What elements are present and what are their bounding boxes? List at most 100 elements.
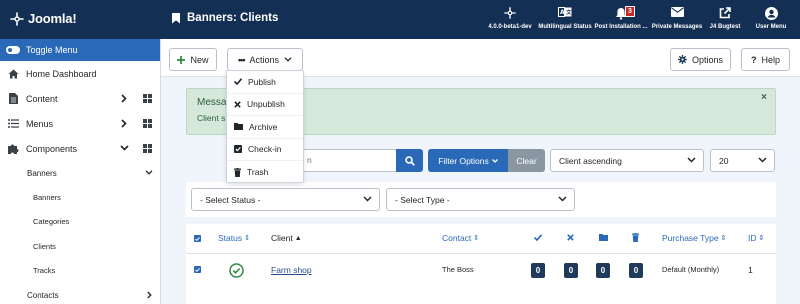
sidebar-subitem-contacts[interactable]: Contacts bbox=[0, 283, 160, 304]
chevron-right-icon[interactable] bbox=[147, 291, 152, 299]
clear-button[interactable]: Clear bbox=[508, 149, 545, 172]
help-button[interactable]: ? Help bbox=[741, 48, 790, 71]
sidebar-item-menus[interactable]: Menus bbox=[0, 111, 160, 136]
language-icon: A文 bbox=[533, 7, 597, 21]
close-icon[interactable]: × bbox=[761, 92, 767, 103]
options-button[interactable]: Options bbox=[670, 48, 731, 71]
sidebar-item-label: Components bbox=[26, 143, 78, 154]
menu-item-label: Unpublish bbox=[247, 99, 285, 110]
check-icon bbox=[234, 78, 242, 86]
version-label: 4.0.0-beta1-dev bbox=[488, 24, 532, 30]
check-icon bbox=[195, 236, 200, 241]
status-column-header[interactable]: Status ⇕ bbox=[218, 233, 250, 243]
joomla-logo[interactable]: Joomla! bbox=[10, 11, 77, 26]
sidebar-subsub-tracks[interactable]: Tracks bbox=[0, 259, 160, 284]
chevron-down-icon[interactable] bbox=[120, 145, 129, 151]
id-cell: 1 bbox=[748, 265, 753, 275]
sidebar-subitem-label: Banners bbox=[27, 168, 57, 178]
sidebar-subitem-banners[interactable]: Banners bbox=[0, 161, 160, 185]
user-menu-item[interactable]: User Menu bbox=[739, 7, 800, 30]
list-icon bbox=[7, 119, 19, 128]
post-installation-item[interactable]: 3 Post Installation ... bbox=[589, 6, 653, 30]
caret-down-icon bbox=[491, 158, 498, 163]
archived-count-badge[interactable]: 0 bbox=[596, 263, 610, 278]
dashboard-grid-icon[interactable] bbox=[143, 94, 152, 103]
chevron-down-icon[interactable] bbox=[145, 170, 153, 175]
svg-text:文: 文 bbox=[566, 9, 572, 16]
actions-button-label: Actions bbox=[249, 54, 279, 65]
dashboard-grid-icon[interactable] bbox=[143, 119, 152, 128]
id-column-header[interactable]: ID ⇕ bbox=[748, 233, 764, 243]
multilingual-status-item[interactable]: A文 Multilingual Status bbox=[533, 7, 597, 30]
sidebar-item-components[interactable]: Components bbox=[0, 136, 160, 161]
client-name-link[interactable]: Farm shop bbox=[271, 265, 312, 275]
search-button[interactable] bbox=[396, 149, 423, 172]
status-filter-select[interactable]: - Select Status - bbox=[191, 188, 380, 211]
multilingual-status-label: Multilingual Status bbox=[538, 24, 592, 30]
home-icon bbox=[7, 69, 19, 79]
filter-options-button[interactable]: Filter Options bbox=[428, 149, 508, 172]
row-checkbox[interactable] bbox=[194, 266, 201, 273]
top-header: Joomla! Banners: Clients 4.0.0-beta1-dev… bbox=[0, 0, 800, 39]
search-input[interactable]: n bbox=[300, 149, 396, 172]
unpublished-column-times-icon[interactable] bbox=[567, 234, 574, 241]
unpublished-count-badge[interactable]: 0 bbox=[564, 263, 578, 278]
client-column-header[interactable]: Client ▲ bbox=[271, 233, 302, 243]
notification-badge: 3 bbox=[625, 6, 635, 17]
actions-button[interactable]: ••• Actions bbox=[227, 48, 303, 71]
chevron-right-icon[interactable] bbox=[121, 119, 127, 128]
toggle-menu-button[interactable]: Toggle Menu bbox=[0, 39, 160, 61]
sidebar-item-home-dashboard[interactable]: Home Dashboard bbox=[0, 61, 160, 86]
limit-select[interactable]: 20 bbox=[710, 149, 775, 172]
sidebar-subsub-label: Tracks bbox=[33, 266, 56, 276]
chevron-down-icon bbox=[363, 196, 372, 202]
alert-message: Client s bbox=[197, 113, 226, 123]
menu-item-publish[interactable]: Publish bbox=[227, 71, 303, 94]
contact-cell: The Boss bbox=[442, 265, 474, 274]
sort-up-icon: ▲ bbox=[294, 234, 302, 242]
status-filter-value: - Select Status - bbox=[200, 194, 261, 205]
limit-select-value: 20 bbox=[719, 155, 729, 166]
user-menu-label: User Menu bbox=[755, 24, 787, 30]
dashboard-grid-icon[interactable] bbox=[143, 144, 152, 153]
chevron-down-icon bbox=[758, 157, 767, 163]
published-column-check-icon[interactable] bbox=[534, 234, 542, 241]
options-button-label: Options bbox=[691, 54, 724, 65]
post-installation-label: Post Installation ... bbox=[594, 24, 648, 30]
sidebar-subsub-clients[interactable]: Clients bbox=[0, 234, 160, 259]
published-count-badge[interactable]: 0 bbox=[531, 263, 545, 278]
chevron-right-icon[interactable] bbox=[121, 94, 127, 103]
trashed-count-badge[interactable]: 0 bbox=[629, 263, 643, 278]
menu-item-label: Check-in bbox=[248, 144, 282, 155]
menu-item-unpublish[interactable]: Unpublish bbox=[227, 94, 303, 116]
menu-item-archive[interactable]: Archive bbox=[227, 116, 303, 139]
search-icon bbox=[404, 155, 415, 166]
sidebar-subsub-banners[interactable]: Banners bbox=[0, 185, 160, 210]
help-button-label: Help bbox=[761, 54, 780, 65]
new-button[interactable]: New bbox=[169, 48, 217, 71]
sort-select-value: Client ascending bbox=[559, 155, 622, 166]
menu-item-label: Publish bbox=[248, 76, 276, 87]
sidebar-item-content[interactable]: Content bbox=[0, 86, 160, 111]
sidebar-subsub-label: Banners bbox=[33, 192, 61, 202]
page-title: Banners: Clients bbox=[172, 12, 278, 24]
published-status-icon[interactable] bbox=[229, 263, 244, 278]
menu-item-trash[interactable]: Trash bbox=[227, 161, 303, 184]
select-all-checkbox[interactable] bbox=[194, 235, 201, 242]
logo-text: Joomla! bbox=[28, 11, 77, 26]
site-link-label: J4 Bugtest bbox=[709, 24, 741, 30]
alert-title: Messa bbox=[197, 97, 227, 108]
folder-icon bbox=[234, 123, 243, 131]
header-divider bbox=[186, 253, 776, 254]
contact-column-header[interactable]: Contact ⇕ bbox=[442, 233, 479, 243]
plus-icon bbox=[177, 55, 186, 64]
trashed-column-trash-icon[interactable] bbox=[632, 233, 639, 242]
menu-item-check-in[interactable]: Check-in bbox=[227, 139, 303, 161]
menu-item-label: Archive bbox=[249, 121, 278, 132]
sort-select[interactable]: Client ascending bbox=[550, 149, 704, 172]
purchase-type-column-header[interactable]: Purchase Type ⇕ bbox=[662, 233, 726, 243]
type-filter-select[interactable]: - Select Type - bbox=[386, 188, 575, 211]
sidebar-subsub-categories[interactable]: Categories bbox=[0, 210, 160, 235]
archived-column-folder-icon[interactable] bbox=[599, 234, 608, 241]
sidebar-subitem-label: Contacts bbox=[27, 290, 59, 300]
